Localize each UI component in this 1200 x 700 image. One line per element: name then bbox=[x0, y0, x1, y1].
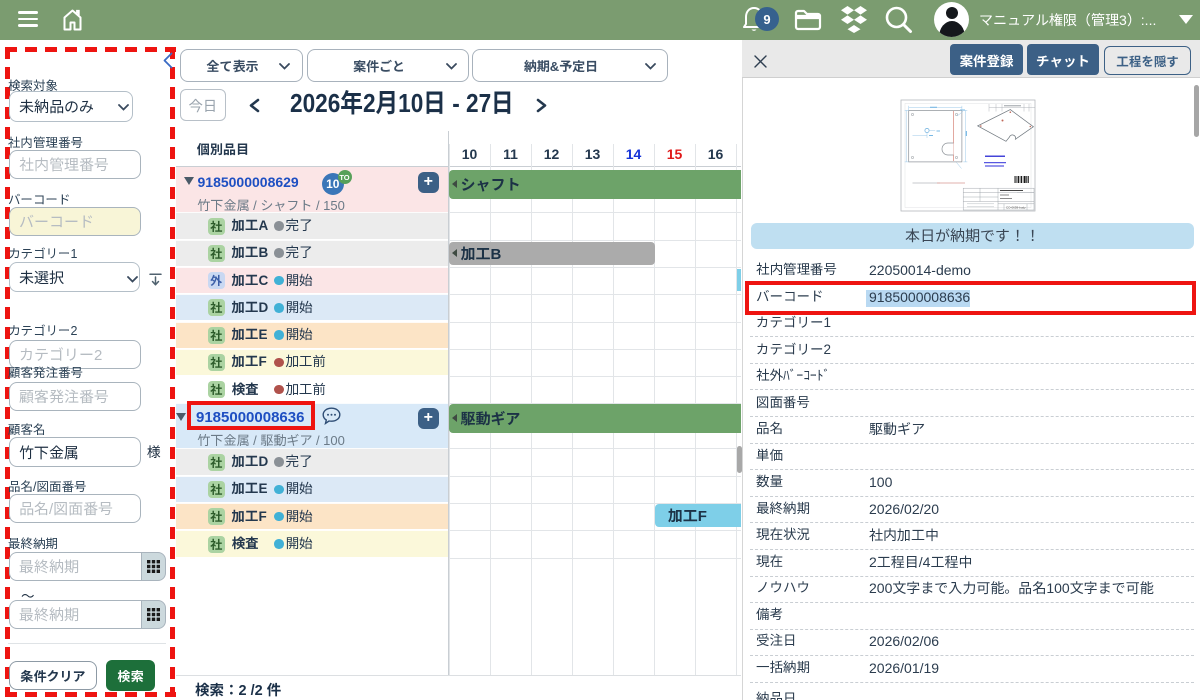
svg-text:CO-0659-body: CO-0659-body bbox=[1006, 206, 1026, 210]
